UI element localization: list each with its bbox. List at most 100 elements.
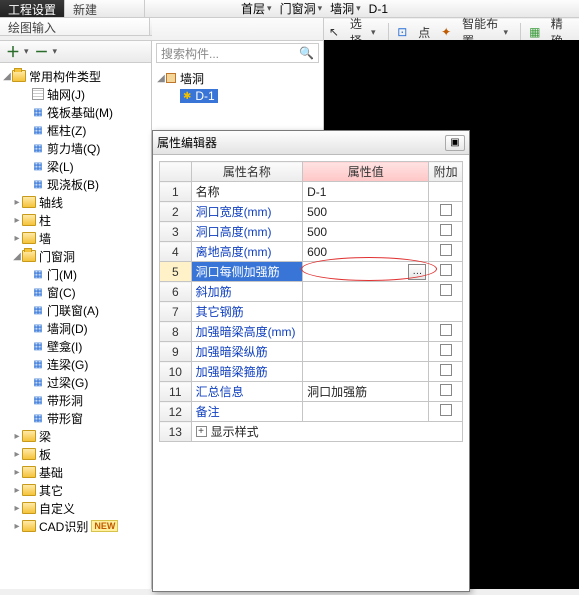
tree-root[interactable]: ◢常用构件类型 (2, 67, 149, 85)
folder-icon (22, 448, 36, 460)
component-icon: ▦ (32, 340, 44, 352)
tree-leaf[interactable]: ▦壁龛(I) (2, 337, 149, 355)
prop-value[interactable] (303, 282, 429, 302)
checkbox[interactable] (440, 284, 452, 296)
smart-icon: ✦ (440, 25, 452, 39)
checkbox[interactable] (440, 364, 452, 376)
prop-name: 洞口高度(mm) (191, 222, 303, 242)
tab-project-settings[interactable]: 工程设置 (0, 0, 65, 17)
search-components[interactable]: 搜索构件... 🔍 (156, 43, 319, 63)
tree-leaf[interactable]: ▦窗(C) (2, 283, 149, 301)
prop-name: 洞口宽度(mm) (191, 202, 303, 222)
mid-tree-item[interactable]: ✱D-1 (156, 87, 319, 105)
dialog-title: 属性编辑器 (157, 134, 217, 151)
ellipsis-button[interactable]: … (408, 264, 426, 280)
prop-value[interactable]: … (303, 262, 429, 282)
tree-leaf[interactable]: ▦梁(L) (2, 157, 149, 175)
folder-icon (22, 232, 36, 244)
prop-value[interactable]: D-1 (303, 182, 429, 202)
checkbox[interactable] (440, 324, 452, 336)
remove-button[interactable]: － (35, 42, 49, 62)
tab-new[interactable]: 新建 (65, 0, 145, 17)
property-row[interactable]: 5洞口每侧加强筋… (160, 262, 463, 282)
precise-icon: ▦ (529, 25, 541, 39)
checkbox[interactable] (440, 384, 452, 396)
checkbox[interactable] (440, 264, 452, 276)
component-icon: ▦ (32, 376, 44, 388)
tree-folder[interactable]: ▸柱 (2, 211, 149, 229)
prop-value[interactable] (303, 402, 429, 422)
folder-icon (22, 484, 36, 496)
tree-leaf[interactable]: ▦框柱(Z) (2, 121, 149, 139)
tree-leaf[interactable]: ▦过梁(G) (2, 373, 149, 391)
prop-value[interactable]: 洞口加强筋 (303, 382, 429, 402)
tree-leaf[interactable]: ▦筏板基础(M) (2, 103, 149, 121)
component-icon: ▦ (32, 124, 44, 136)
tree-leaf[interactable]: ▦带形窗 (2, 409, 149, 427)
property-row[interactable]: 8加强暗梁高度(mm) (160, 322, 463, 342)
property-row[interactable]: 6斜加筋 (160, 282, 463, 302)
col-extra: 附加 (429, 162, 463, 182)
property-table: 属性名称 属性值 附加 1名称D-12洞口宽度(mm)5003洞口高度(mm)5… (159, 161, 463, 442)
prop-value[interactable] (303, 302, 429, 322)
tree-leaf[interactable]: ▦带形洞 (2, 391, 149, 409)
search-icon: 🔍 (299, 46, 314, 60)
prop-value[interactable]: 500 (303, 202, 429, 222)
tree-leaf[interactable]: ▦门(M) (2, 265, 149, 283)
tree-folder[interactable]: ▸自定义 (2, 499, 149, 517)
tree-leaf[interactable]: ▦现浇板(B) (2, 175, 149, 193)
col-value: 属性值 (303, 162, 429, 182)
tree-folder[interactable]: ▸其它 (2, 481, 149, 499)
dd-floor[interactable]: 首层▾ (237, 0, 276, 17)
component-icon: ▦ (32, 304, 44, 316)
tree-leaf[interactable]: ▦剪力墙(Q) (2, 139, 149, 157)
property-editor-dialog: 属性编辑器 ▣ 属性名称 属性值 附加 1名称D-12洞口宽度(mm)5003洞… (152, 130, 470, 592)
checkbox[interactable] (440, 404, 452, 416)
property-row[interactable]: 10加强暗梁箍筋 (160, 362, 463, 382)
prop-name: 备注 (191, 402, 303, 422)
prop-value[interactable] (303, 362, 429, 382)
tree-folder-open[interactable]: ◢门窗洞 (2, 247, 149, 265)
tab-draw-input[interactable]: 绘图输入 (0, 18, 150, 35)
expand-icon[interactable]: + (196, 426, 207, 437)
checkbox[interactable] (440, 344, 452, 356)
component-icon: ▦ (32, 178, 44, 190)
checkbox[interactable] (440, 224, 452, 236)
prop-value[interactable]: 500 (303, 222, 429, 242)
search-placeholder: 搜索构件... (161, 45, 219, 62)
prop-value[interactable]: 600 (303, 242, 429, 262)
tree-leaf[interactable]: ▦门联窗(A) (2, 301, 149, 319)
dialog-close-button[interactable]: ▣ (445, 135, 465, 151)
property-row[interactable]: 3洞口高度(mm)500 (160, 222, 463, 242)
checkbox[interactable] (440, 204, 452, 216)
tree-folder[interactable]: ▸轴线 (2, 193, 149, 211)
property-row-expand[interactable]: 13+显示样式 (160, 422, 463, 442)
checkbox[interactable] (440, 244, 452, 256)
folder-icon (22, 250, 36, 262)
dd-category[interactable]: 门窗洞▾ (276, 0, 327, 17)
tree-leaf[interactable]: 轴网(J) (2, 85, 149, 103)
tree-folder[interactable]: ▸梁 (2, 427, 149, 445)
property-row[interactable]: 9加强暗梁纵筋 (160, 342, 463, 362)
prop-value[interactable] (303, 342, 429, 362)
property-row[interactable]: 12备注 (160, 402, 463, 422)
mid-tree-root[interactable]: ◢ 墙洞 (156, 69, 319, 87)
prop-name: 离地高度(mm) (191, 242, 303, 262)
prop-value[interactable] (303, 322, 429, 342)
property-row[interactable]: 1名称D-1 (160, 182, 463, 202)
property-row[interactable]: 11汇总信息洞口加强筋 (160, 382, 463, 402)
add-button[interactable]: ＋ (6, 42, 20, 62)
tool-point[interactable]: 点 (414, 24, 434, 41)
property-row[interactable]: 4离地高度(mm)600 (160, 242, 463, 262)
property-row[interactable]: 7其它钢筋 (160, 302, 463, 322)
property-row[interactable]: 2洞口宽度(mm)500 (160, 202, 463, 222)
tree-leaf[interactable]: ▦连梁(G) (2, 355, 149, 373)
tree-leaf[interactable]: ▦墙洞(D) (2, 319, 149, 337)
prop-name: 汇总信息 (191, 382, 303, 402)
tree-folder[interactable]: ▸CAD识别NEW (2, 517, 149, 535)
tree-folder[interactable]: ▸墙 (2, 229, 149, 247)
tree-folder[interactable]: ▸基础 (2, 463, 149, 481)
component-icon: ▦ (32, 142, 44, 154)
prop-name: 洞口每侧加强筋 (191, 262, 303, 282)
tree-folder[interactable]: ▸板 (2, 445, 149, 463)
